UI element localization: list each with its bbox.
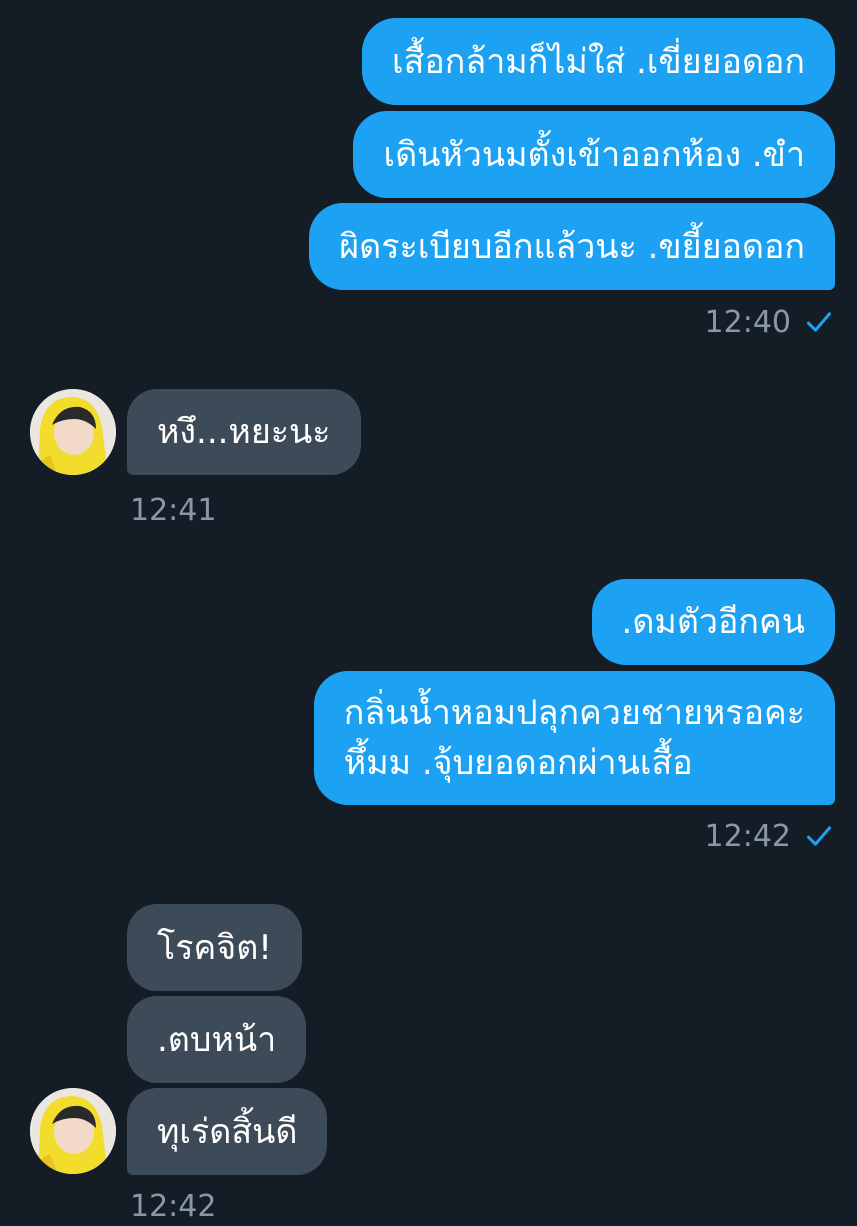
message-bubble-received[interactable]: ทุเร่ดสิ้นดี <box>127 1088 328 1175</box>
check-icon <box>806 826 832 846</box>
message-bubble-sent[interactable]: กลิ่นน้ำหอมปลุกควยชายหรอคะ หึ้มม .จุ้บยอ… <box>313 671 835 805</box>
message-timestamp: 12:41 <box>130 490 216 530</box>
timestamp-text: 12:42 <box>704 818 791 854</box>
message-bubble-received[interactable]: โรคจิต! <box>127 904 302 991</box>
message-timestamp: 12:40 <box>705 302 833 342</box>
avatar-image <box>30 1088 116 1174</box>
timestamp-text: 12:42 <box>130 1188 217 1224</box>
message-bubble-sent[interactable]: เดินหัวนมตั้งเข้าออกห้อง .ขำ <box>353 111 835 198</box>
avatar-image <box>30 389 116 475</box>
message-bubble-sent[interactable]: เสื้อกล้ามก็ไม่ใส่ .เขี่ยยอดอก <box>362 18 835 105</box>
timestamp-text: 12:41 <box>130 492 217 528</box>
check-icon <box>806 312 832 332</box>
avatar[interactable] <box>30 1088 116 1174</box>
message-timestamp: 12:42 <box>130 1186 216 1226</box>
message-bubble-sent[interactable]: ผิดระเบียบอีกแล้วนะ .ขยี้ยอดอก <box>309 203 835 290</box>
message-bubble-sent[interactable]: .ดมตัวอีกคน <box>591 579 835 665</box>
timestamp-text: 12:40 <box>704 304 791 340</box>
message-timestamp: 12:42 <box>705 816 833 856</box>
avatar[interactable] <box>30 389 116 475</box>
message-bubble-received[interactable]: .ตบหน้า <box>127 996 307 1083</box>
message-bubble-received[interactable]: หงึ...หยะนะ <box>127 389 361 475</box>
